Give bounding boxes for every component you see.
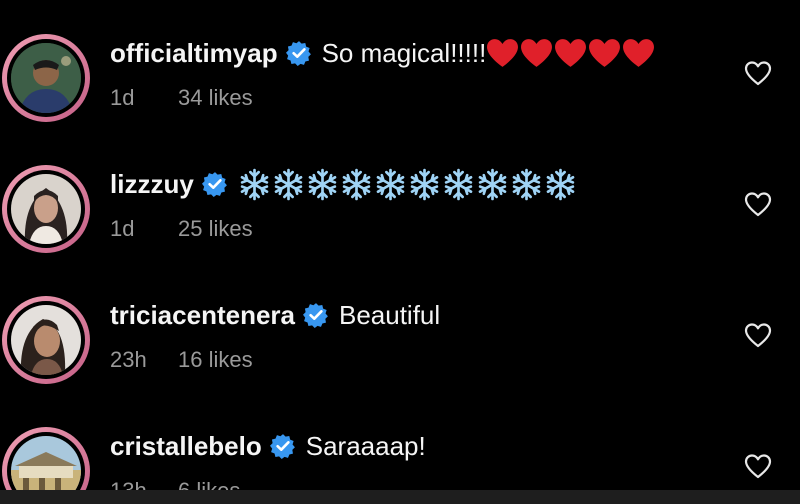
snowflake-emoji-icon	[512, 168, 541, 200]
comment-meta: 1d 25 likes	[110, 215, 253, 243]
avatar[interactable]	[2, 34, 90, 122]
comment-line: triciacentenera Beautiful	[110, 298, 440, 332]
comment-text: So magical!!!!!	[321, 37, 487, 68]
verified-badge-icon	[302, 303, 328, 328]
verified-badge-icon	[201, 172, 227, 197]
heart-emoji-icon	[623, 39, 655, 67]
comment-item: lizzzuy 1d 25 likes	[0, 163, 800, 293]
likes-count[interactable]: 25 likes	[178, 216, 253, 242]
comment-text: Saraaaap!	[305, 430, 426, 461]
comment-meta: 23h 16 likes	[110, 346, 253, 374]
username[interactable]: lizzzuy	[110, 169, 194, 200]
comment-input-bar[interactable]	[0, 490, 800, 504]
comment-line: officialtimyap So magical!!!!!	[110, 36, 656, 70]
heart-emoji-icon	[487, 39, 519, 67]
heart-outline-icon[interactable]	[744, 322, 772, 348]
snowflake-emoji-icon	[444, 168, 473, 200]
snowflake-emoji-icon	[274, 168, 303, 200]
verified-badge-icon	[285, 41, 311, 66]
heart-emoji-icon	[555, 39, 587, 67]
snowflake-emoji-icon	[376, 168, 405, 200]
comment-time: 23h	[110, 347, 147, 372]
comment-item: triciacentenera Beautiful 23h 16 likes	[0, 294, 800, 424]
heart-emoji-icon	[589, 39, 621, 67]
comment-meta: 1d 34 likes	[110, 84, 253, 112]
verified-badge-icon	[269, 434, 295, 459]
comment-line: cristallebelo Saraaaap!	[110, 429, 426, 463]
comment-text: Beautiful	[338, 299, 441, 330]
likes-count[interactable]: 16 likes	[178, 347, 253, 373]
snowflake-emoji-icon	[308, 168, 337, 200]
comment-time: 1d	[110, 85, 135, 110]
heart-outline-icon[interactable]	[744, 453, 772, 479]
avatar[interactable]	[2, 296, 90, 384]
heart-outline-icon[interactable]	[744, 60, 772, 86]
snowflake-emoji-icon	[478, 168, 507, 200]
snowflake-emoji-icon	[342, 168, 371, 200]
comment-item: officialtimyap So magical!!!!! 1d 34 lik…	[0, 32, 800, 162]
username[interactable]: officialtimyap	[110, 38, 278, 69]
username[interactable]: cristallebelo	[110, 431, 262, 462]
snowflake-emoji-icon	[240, 168, 269, 200]
snowflake-emoji-icon	[546, 168, 575, 200]
snowflake-emoji-icon	[410, 168, 439, 200]
heart-emoji-row	[486, 38, 656, 68]
avatar[interactable]	[2, 165, 90, 253]
heart-emoji-icon	[521, 39, 553, 67]
comment-line: lizzzuy	[110, 167, 578, 201]
snowflake-emoji-row	[238, 168, 578, 201]
username[interactable]: triciacentenera	[110, 300, 295, 331]
heart-outline-icon[interactable]	[744, 191, 772, 217]
comment-time: 1d	[110, 216, 135, 241]
likes-count[interactable]: 34 likes	[178, 85, 253, 111]
